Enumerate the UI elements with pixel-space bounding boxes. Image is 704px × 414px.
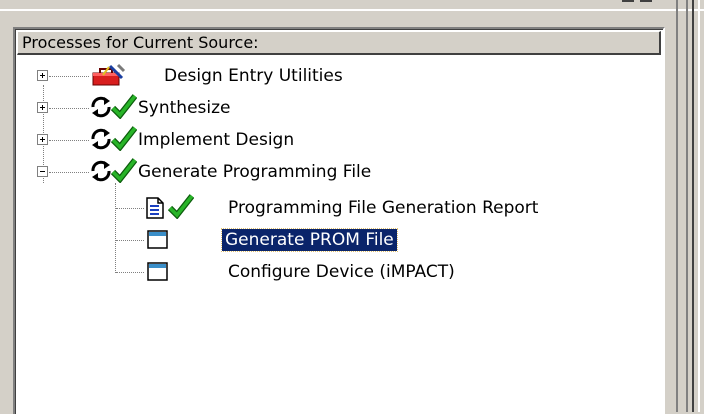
tree-connector bbox=[116, 272, 144, 274]
top-highlight-line bbox=[0, 9, 704, 11]
tree-connector bbox=[49, 76, 89, 78]
tree-item-label[interactable]: Implement Design bbox=[138, 129, 294, 151]
check-icon bbox=[167, 193, 195, 223]
window-icon bbox=[146, 228, 170, 256]
frame-edge bbox=[640, 0, 652, 2]
tree-item-label[interactable]: Synthesize bbox=[138, 97, 231, 119]
check-icon bbox=[110, 125, 138, 155]
frame-edge bbox=[698, 0, 700, 412]
tree-connector bbox=[116, 208, 144, 210]
window-icon bbox=[146, 260, 170, 288]
process-refresh-icon bbox=[89, 127, 113, 155]
process-refresh-icon bbox=[89, 95, 113, 123]
tree-connector bbox=[49, 172, 89, 174]
processes-panel: Processes for Current Source: Design Ent… bbox=[13, 27, 665, 414]
frame-edge bbox=[692, 0, 694, 412]
expand-toggle[interactable] bbox=[37, 102, 48, 113]
expand-toggle[interactable] bbox=[37, 134, 48, 145]
process-refresh-icon bbox=[89, 159, 113, 187]
toolbox-icon bbox=[90, 63, 128, 93]
check-icon bbox=[110, 157, 138, 187]
frame-edge bbox=[622, 0, 634, 2]
tree-connector bbox=[49, 108, 89, 110]
tree-connector bbox=[116, 240, 144, 242]
tree-connector bbox=[115, 183, 117, 273]
process-tree[interactable]: Design Entry Utilities Synthesize Implem… bbox=[15, 29, 663, 414]
tree-item-label[interactable]: Configure Device (iMPACT) bbox=[228, 261, 455, 283]
expand-toggle[interactable] bbox=[37, 70, 48, 81]
tree-item-label[interactable]: Generate PROM File bbox=[221, 228, 398, 252]
collapse-toggle[interactable] bbox=[37, 166, 48, 177]
tree-item-label[interactable]: Programming File Generation Report bbox=[228, 197, 538, 219]
report-document-icon bbox=[143, 196, 167, 224]
tree-item-label[interactable]: Design Entry Utilities bbox=[164, 65, 343, 87]
tree-item-label[interactable]: Generate Programming File bbox=[138, 161, 371, 183]
check-icon bbox=[110, 93, 138, 123]
tree-connector bbox=[49, 140, 89, 142]
frame-edge bbox=[686, 0, 688, 412]
frame-edge bbox=[676, 0, 678, 412]
